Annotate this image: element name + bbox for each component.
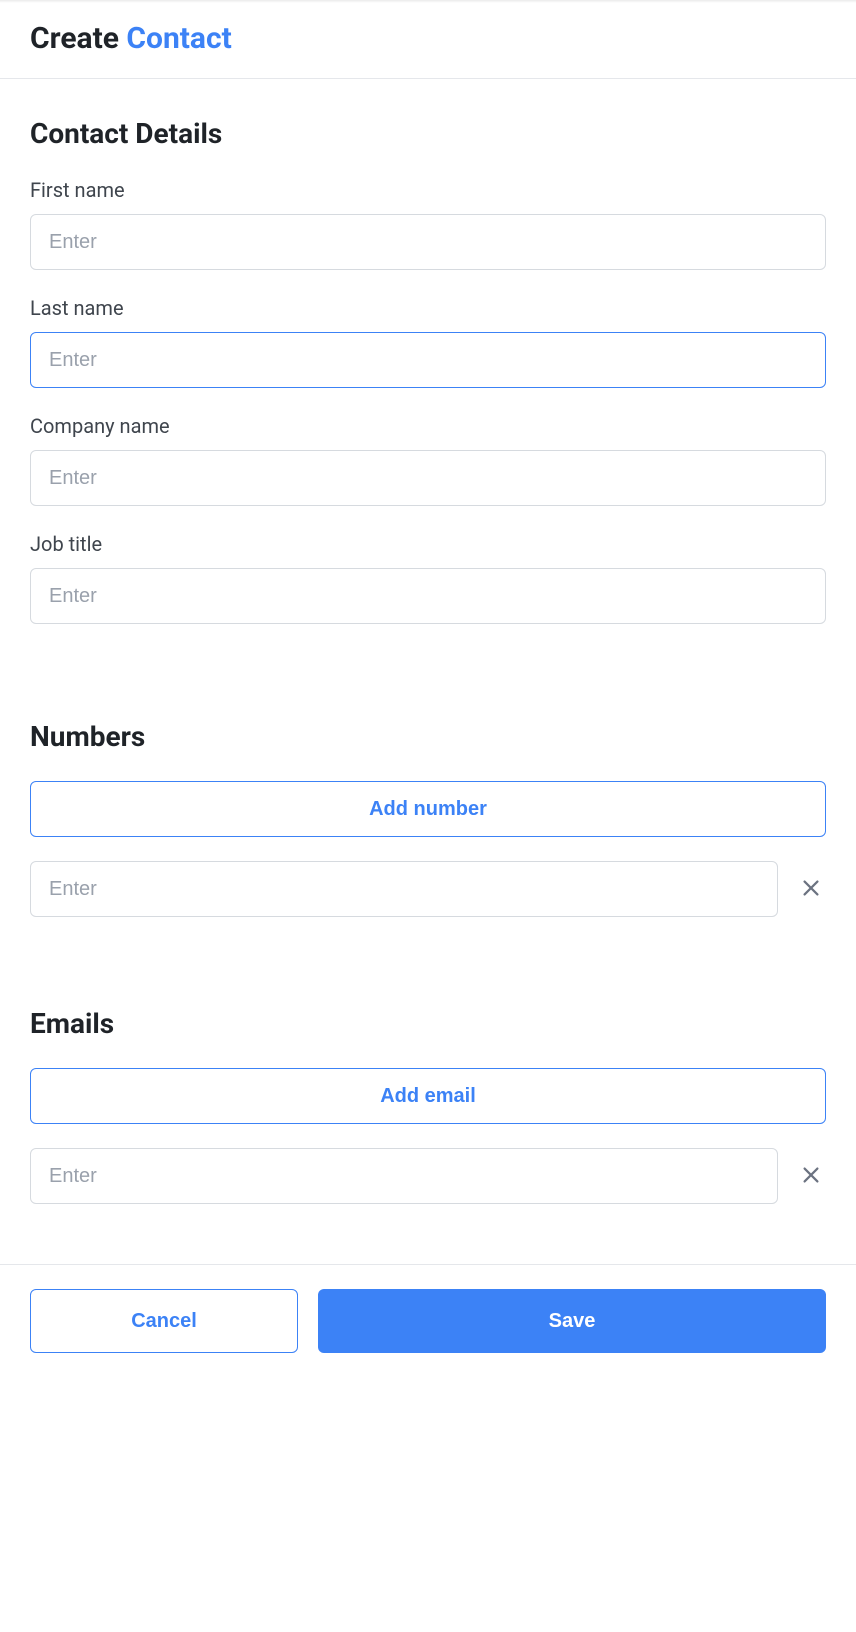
page-title-accent: Contact (126, 21, 231, 56)
remove-number-button[interactable] (796, 873, 826, 906)
numbers-heading: Numbers (30, 720, 826, 753)
last-name-field: Last name (30, 296, 826, 388)
company-name-field: Company name (30, 414, 826, 506)
add-email-button[interactable]: Add email (30, 1068, 826, 1124)
company-name-label: Company name (30, 414, 826, 438)
page-title-prefix: Create (30, 21, 126, 56)
email-input[interactable] (30, 1148, 778, 1204)
number-input[interactable] (30, 861, 778, 917)
close-icon (800, 1164, 822, 1189)
job-title-field: Job title (30, 532, 826, 624)
emails-heading: Emails (30, 1007, 826, 1040)
number-entry-row (30, 861, 826, 917)
cancel-button[interactable]: Cancel (30, 1289, 298, 1353)
job-title-label: Job title (30, 532, 826, 556)
email-entry-row (30, 1148, 826, 1204)
page-title: Create Contact (30, 21, 826, 56)
page-header: Create Contact (0, 3, 856, 79)
first-name-input[interactable] (30, 214, 826, 270)
add-number-button[interactable]: Add number (30, 781, 826, 837)
form-content: Contact Details First name Last name Com… (0, 79, 856, 1264)
contact-details-heading: Contact Details (30, 117, 826, 150)
footer-actions: Cancel Save (0, 1264, 856, 1377)
close-icon (800, 877, 822, 902)
first-name-field: First name (30, 178, 826, 270)
remove-email-button[interactable] (796, 1160, 826, 1193)
company-name-input[interactable] (30, 450, 826, 506)
last-name-label: Last name (30, 296, 826, 320)
last-name-input[interactable] (30, 332, 826, 388)
job-title-input[interactable] (30, 568, 826, 624)
first-name-label: First name (30, 178, 826, 202)
save-button[interactable]: Save (318, 1289, 826, 1353)
